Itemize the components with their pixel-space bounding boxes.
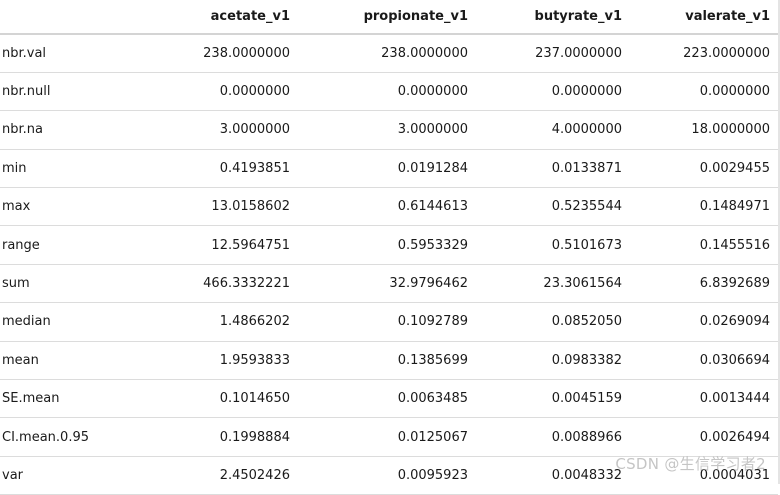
cell-propionate: 0.0125067 — [298, 417, 476, 457]
cell-valerate: 6.8392689 — [630, 264, 778, 304]
cell-valerate: 0.0269094 — [630, 302, 778, 342]
cell-stat-name: CI.mean.0.95 — [0, 417, 142, 457]
descriptive-stats-table: acetate_v1 propionate_v1 butyrate_v1 val… — [0, 0, 778, 495]
cell-acetate: 3.0000000 — [142, 110, 298, 150]
cell-acetate: 1.9593833 — [142, 341, 298, 381]
cell-propionate: 0.6144613 — [298, 187, 476, 227]
cell-propionate: 0.0191284 — [298, 149, 476, 189]
cell-acetate: 0.4193851 — [142, 149, 298, 189]
cell-stat-name: range — [0, 225, 142, 265]
cell-propionate: 3.0000000 — [298, 110, 476, 150]
header-row: acetate_v1 propionate_v1 butyrate_v1 val… — [0, 0, 778, 35]
cell-valerate: 0.0000000 — [630, 72, 778, 112]
cell-valerate: 18.0000000 — [630, 110, 778, 150]
cell-valerate: 0.0306694 — [630, 341, 778, 381]
table-row: CI.mean.0.95 0.1998884 0.0125067 0.0088966 0… — [0, 417, 778, 457]
cell-butyrate: 23.3061564 — [476, 264, 630, 304]
table-row: max 13.0158602 0.6144613 0.5235544 0.1484971 — [0, 187, 778, 227]
cell-butyrate: 0.0852050 — [476, 302, 630, 342]
header-propionate: propionate_v1 — [298, 0, 476, 35]
cell-propionate: 0.0000000 — [298, 72, 476, 112]
cell-butyrate: 4.0000000 — [476, 110, 630, 150]
cell-propionate: 32.9796462 — [298, 264, 476, 304]
cell-stat-name: nbr.val — [0, 34, 142, 73]
cell-stat-name: var — [0, 456, 142, 495]
cell-propionate: 0.0095923 — [298, 456, 476, 495]
cell-acetate: 238.0000000 — [142, 34, 298, 73]
cell-butyrate: 0.5101673 — [476, 225, 630, 265]
cell-butyrate: 0.0983382 — [476, 341, 630, 381]
table-row: median 1.4866202 0.1092789 0.0852050 0.02690… — [0, 302, 778, 342]
cell-butyrate: 0.0000000 — [476, 72, 630, 112]
cell-propionate: 238.0000000 — [298, 34, 476, 73]
cell-butyrate: 0.0133871 — [476, 149, 630, 189]
cell-valerate: 0.0013444 — [630, 379, 778, 419]
header-butyrate: butyrate_v1 — [476, 0, 630, 35]
cell-butyrate: 0.5235544 — [476, 187, 630, 227]
table-row: SE.mean 0.1014650 0.0063485 0.0045159 0.0013… — [0, 379, 778, 419]
cell-valerate: 0.0004031 — [630, 456, 778, 495]
cell-propionate: 0.5953329 — [298, 225, 476, 265]
cell-stat-name: min — [0, 149, 142, 189]
cell-propionate: 0.0063485 — [298, 379, 476, 419]
cell-valerate: 223.0000000 — [630, 34, 778, 73]
table-row: nbr.val 238.0000000 238.0000000 237.0000000… — [0, 34, 778, 73]
table-row: range 12.5964751 0.5953329 0.5101673 0.14555… — [0, 225, 778, 265]
table-body: nbr.val 238.0000000 238.0000000 237.0000000… — [0, 34, 778, 495]
cell-valerate: 0.1484971 — [630, 187, 778, 227]
cell-butyrate: 0.0088966 — [476, 417, 630, 457]
cell-propionate: 0.1092789 — [298, 302, 476, 342]
cell-acetate: 13.0158602 — [142, 187, 298, 227]
cell-acetate: 0.1998884 — [142, 417, 298, 457]
header-acetate: acetate_v1 — [142, 0, 298, 35]
cell-stat-name: max — [0, 187, 142, 227]
cell-butyrate: 0.0048332 — [476, 456, 630, 495]
table-row: sum 466.3332221 32.9796462 23.3061564 6.8392… — [0, 264, 778, 304]
header-valerate: valerate_v1 — [630, 0, 778, 35]
cell-acetate: 2.4502426 — [142, 456, 298, 495]
cell-stat-name: mean — [0, 341, 142, 381]
cell-acetate: 12.5964751 — [142, 225, 298, 265]
cell-acetate: 0.0000000 — [142, 72, 298, 112]
cell-stat-name: SE.mean — [0, 379, 142, 419]
cell-stat-name: nbr.null — [0, 72, 142, 112]
header-stat-name — [0, 0, 142, 35]
table-row: min 0.4193851 0.0191284 0.0133871 0.0029455 — [0, 149, 778, 189]
cell-valerate: 0.0026494 — [630, 417, 778, 457]
table-row: mean 1.9593833 0.1385699 0.0983382 0.0306694 — [0, 341, 778, 381]
table-row: var 2.4502426 0.0095923 0.0048332 0.0004031 — [0, 456, 778, 495]
cell-acetate: 0.1014650 — [142, 379, 298, 419]
cell-stat-name: median — [0, 302, 142, 342]
table-row: nbr.null 0.0000000 0.0000000 0.0000000 0.000… — [0, 72, 778, 112]
cell-butyrate: 0.0045159 — [476, 379, 630, 419]
cell-valerate: 0.0029455 — [630, 149, 778, 189]
table-row: nbr.na 3.0000000 3.0000000 4.0000000 18.0000… — [0, 110, 778, 150]
cell-acetate: 1.4866202 — [142, 302, 298, 342]
cell-stat-name: sum — [0, 264, 142, 304]
cell-butyrate: 237.0000000 — [476, 34, 630, 73]
cell-propionate: 0.1385699 — [298, 341, 476, 381]
cell-valerate: 0.1455516 — [630, 225, 778, 265]
cell-stat-name: nbr.na — [0, 110, 142, 150]
cell-acetate: 466.3332221 — [142, 264, 298, 304]
